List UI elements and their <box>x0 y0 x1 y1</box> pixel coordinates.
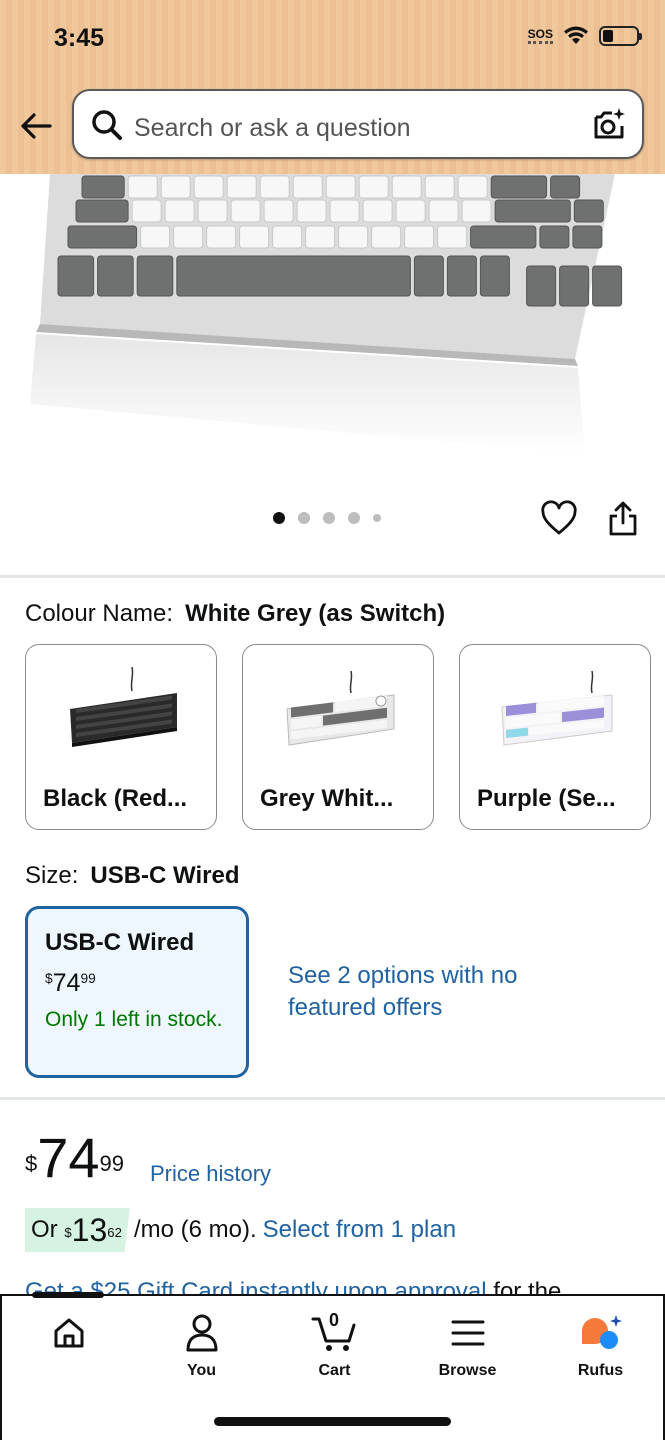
nav-cart[interactable]: 0 Cart <box>268 1310 401 1380</box>
nav-label: Rufus <box>577 1362 624 1379</box>
keyboard-thumbnail-black <box>70 666 177 747</box>
carousel-dot[interactable] <box>373 514 381 522</box>
search-bar[interactable]: Search or ask a question <box>72 89 644 159</box>
home-indicator <box>214 1417 451 1426</box>
price-fraction: 99 <box>80 971 96 986</box>
search-input[interactable]: Search or ask a question <box>134 114 411 143</box>
status-icons: SOS <box>527 26 642 46</box>
nav-label: You <box>186 1362 217 1379</box>
carousel-dot[interactable] <box>348 512 360 524</box>
nav-label: Browse <box>438 1362 497 1379</box>
currency-symbol: $ <box>25 1151 38 1176</box>
rufus-icon <box>581 1315 622 1349</box>
status-time: 3:45 <box>54 24 105 52</box>
heart-icon[interactable] <box>540 500 578 538</box>
wifi-icon <box>564 26 588 44</box>
menu-icon <box>451 1320 484 1346</box>
product-image[interactable] <box>0 174 665 474</box>
image-carousel-dots[interactable] <box>273 512 381 524</box>
size-option-price: $7499 <box>45 969 96 998</box>
carousel-dot[interactable] <box>273 512 285 524</box>
colour-label-text: Colour Name: <box>25 600 174 627</box>
price-whole: 74 <box>37 1126 100 1189</box>
carousel-dot[interactable] <box>323 512 335 524</box>
see-options-link[interactable]: See 2 options with no featured offers <box>288 960 538 1024</box>
select-plan-link[interactable]: Select from 1 plan <box>263 1216 456 1244</box>
size-label-text: Size: <box>25 862 79 889</box>
currency-symbol: $ <box>64 1224 72 1240</box>
colour-selected-value: White Grey (as Switch) <box>185 600 446 627</box>
sos-indicator: SOS <box>527 28 553 44</box>
colour-option-black[interactable]: Black (Red... <box>25 644 217 830</box>
size-selected-value: USB-C Wired <box>90 862 240 889</box>
currency-symbol: $ <box>45 971 53 986</box>
installment-amount: Or $ 13 62 <box>25 1208 130 1252</box>
home-icon <box>54 1318 83 1348</box>
price-fraction: 99 <box>99 1151 125 1176</box>
keyboard-image <box>30 174 623 454</box>
battery-icon <box>599 26 642 46</box>
installment-terms: /mo (6 mo). <box>133 1216 257 1243</box>
keyboard-thumbnail-purple <box>501 670 613 746</box>
colour-option-label: Black (Red... <box>43 785 188 812</box>
product-price: $7499 <box>25 1128 124 1188</box>
installment-prefix: Or <box>31 1216 65 1243</box>
stock-status: Only 1 left in stock. <box>45 1008 223 1031</box>
nav-browse[interactable]: Browse <box>401 1310 534 1380</box>
size-label: Size: USB-C Wired <box>25 862 239 890</box>
installment-offer: Or $ 13 62 /mo (6 mo). Select from 1 pla… <box>25 1208 456 1252</box>
active-tab-indicator <box>32 1292 104 1298</box>
installment-whole: 13 <box>71 1211 108 1248</box>
carousel-dot[interactable] <box>298 512 310 524</box>
section-divider <box>0 575 665 578</box>
price-history-link[interactable]: Price history <box>150 1161 271 1187</box>
nav-home[interactable] <box>2 1310 135 1362</box>
nav-rufus[interactable]: Rufus <box>534 1310 665 1380</box>
search-icon <box>92 110 122 140</box>
camera-search-icon[interactable] <box>590 105 628 143</box>
share-icon[interactable] <box>606 500 640 538</box>
size-option-title: USB-C Wired <box>45 929 195 956</box>
price-whole: 74 <box>52 969 81 997</box>
colour-option-label: Purple (Se... <box>477 785 616 812</box>
back-button[interactable] <box>18 108 54 144</box>
header: 3:45 SOS Search or ask a question <box>0 0 665 174</box>
nav-label: Cart <box>318 1362 351 1379</box>
size-option-usb-c-wired[interactable]: USB-C Wired $7499 Only 1 left in stock. <box>25 906 249 1078</box>
colour-option-label: Grey Whit... <box>260 785 394 812</box>
installment-fraction: 62 <box>107 1224 122 1240</box>
colour-option-purple[interactable]: Purple (Se... <box>459 644 651 830</box>
colour-label: Colour Name: White Grey (as Switch) <box>25 600 445 628</box>
section-divider <box>0 1097 665 1100</box>
person-icon <box>186 1314 217 1352</box>
cart-count-badge: 0 <box>329 1310 340 1330</box>
nav-you[interactable]: You <box>135 1310 268 1380</box>
colour-option-grey-white[interactable]: Grey Whit... <box>242 644 434 830</box>
keyboard-thumbnail-grey-white <box>286 670 395 746</box>
back-arrow-icon <box>21 113 52 139</box>
